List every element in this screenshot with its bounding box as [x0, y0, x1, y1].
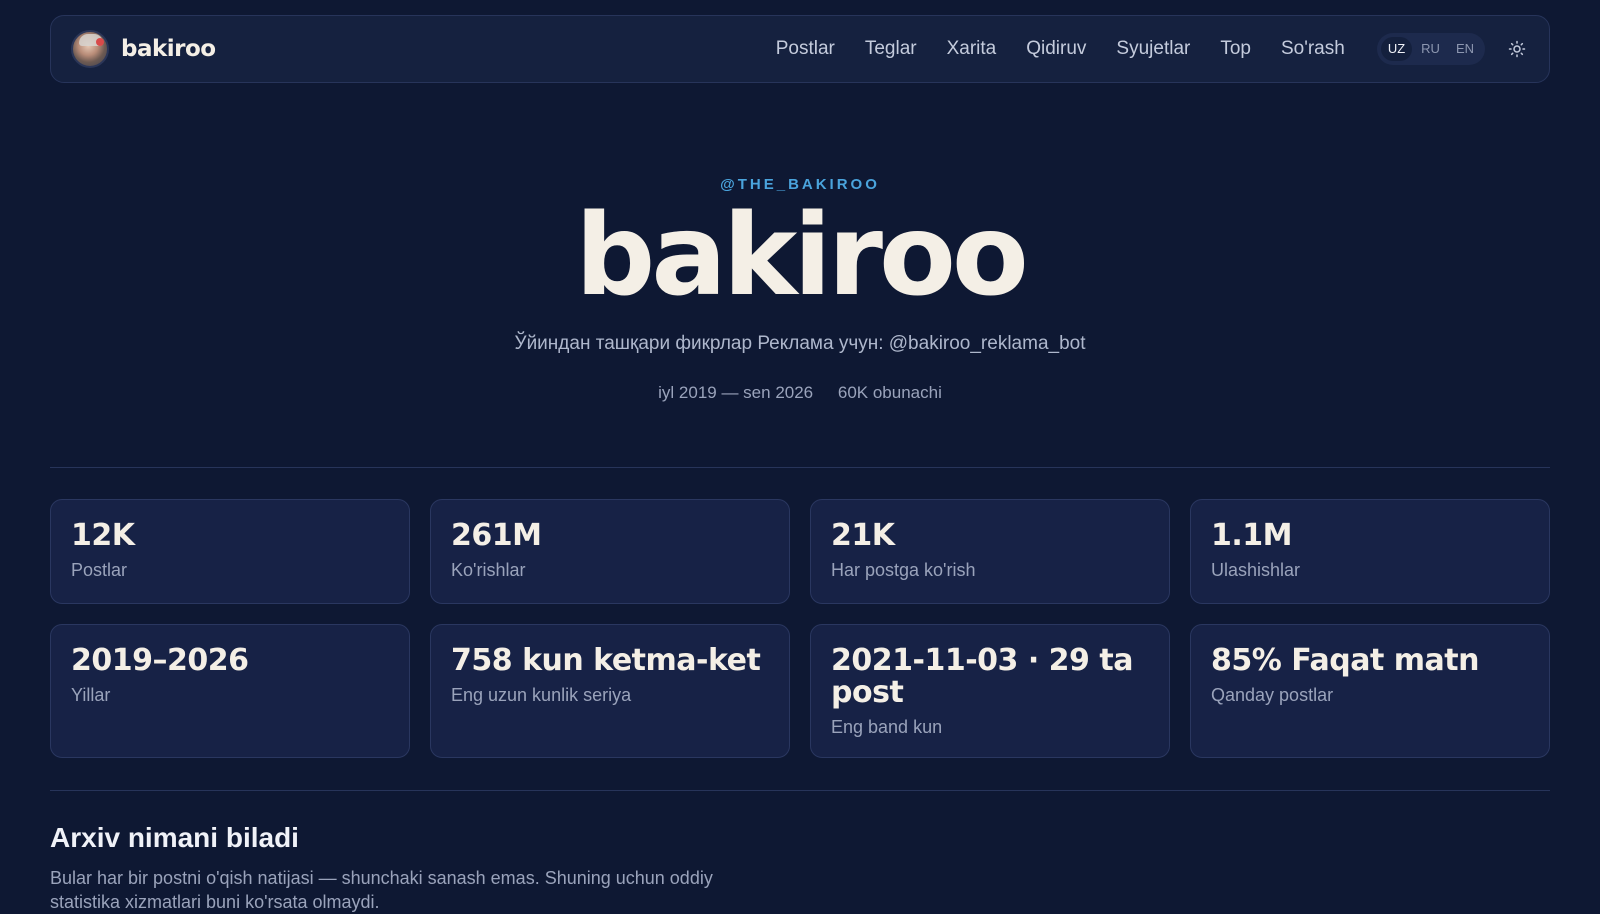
section-text: Bular har bir postni o'qish natijasi — s… — [50, 868, 713, 912]
stat-card-busiest-day: 2021-11-03 · 29 ta post Eng band kun — [810, 624, 1170, 758]
theme-toggle-button[interactable] — [1505, 37, 1529, 61]
stat-card-streak: 758 kun ketma-ket Eng uzun kunlik seriya — [430, 624, 790, 758]
sun-icon — [1508, 40, 1526, 58]
nav-link-qidiruv[interactable]: Qidiruv — [1026, 38, 1086, 60]
language-switcher: UZ RU EN — [1376, 33, 1485, 65]
avatar — [71, 30, 109, 68]
stat-label: Yillar — [71, 685, 111, 705]
nav-link-syujetlar[interactable]: Syujetlar — [1116, 38, 1190, 60]
top-navbar: bakiroo Postlar Teglar Xarita Qidiruv Sy… — [50, 15, 1550, 83]
lang-en-button[interactable]: EN — [1449, 37, 1481, 61]
nav-link-sorash[interactable]: So'rash — [1281, 38, 1345, 60]
stat-label: Eng uzun kunlik seriya — [451, 685, 632, 705]
stat-value: 12K — [71, 518, 135, 553]
brand[interactable]: bakiroo — [71, 30, 216, 68]
channel-meta: iyl 2019 — sen 2026 60K obunachi — [0, 383, 1600, 403]
nav-link-teglar[interactable]: Teglar — [865, 38, 917, 60]
stat-label: Ko'rishlar — [451, 560, 526, 580]
lang-uz-button[interactable]: UZ — [1380, 37, 1413, 61]
nav-links: Postlar Teglar Xarita Qidiruv Syujetlar … — [776, 38, 1345, 60]
stat-value: 2019–2026 — [71, 643, 249, 678]
stat-card-posts: 12K Postlar — [50, 499, 410, 604]
stat-card-views-per-post: 21K Har postga ko'rish — [810, 499, 1170, 604]
channel-period: iyl 2019 — sen 2026 — [658, 383, 814, 402]
divider — [50, 467, 1550, 468]
stat-value: 1.1M — [1211, 518, 1293, 553]
stat-value: 2021-11-03 · 29 ta post — [831, 643, 1133, 710]
nav-link-top[interactable]: Top — [1220, 38, 1251, 60]
section-title: Arxiv nimani biladi — [50, 822, 299, 853]
stat-label: Ulashishlar — [1211, 560, 1301, 580]
stat-label: Eng band kun — [831, 717, 943, 737]
stat-card-post-types: 85% Faqat matn Qanday postlar — [1190, 624, 1550, 758]
brand-name[interactable]: bakiroo — [121, 36, 216, 62]
stat-value: 261M — [451, 518, 542, 553]
channel-description: Ўйиндан ташқари фикрлар Реклама учун: @b… — [514, 333, 1086, 354]
stat-label: Har postga ko'rish — [831, 560, 976, 580]
stat-label: Qanday postlar — [1211, 685, 1334, 705]
page-title: bakiroo — [575, 191, 1029, 321]
nav-link-xarita[interactable]: Xarita — [947, 38, 997, 60]
stat-value: 21K — [831, 518, 895, 553]
stat-card-shares: 1.1M Ulashishlar — [1190, 499, 1550, 604]
stat-value: 758 kun ketma-ket — [451, 643, 761, 678]
stat-label: Postlar — [71, 560, 128, 580]
stat-value: 85% Faqat matn — [1211, 643, 1479, 678]
divider — [50, 790, 1550, 791]
stat-card-years: 2019–2026 Yillar — [50, 624, 410, 758]
subscriber-count: 60K obunachi — [837, 383, 942, 402]
lang-ru-button[interactable]: RU — [1414, 37, 1447, 61]
nav-link-postlar[interactable]: Postlar — [776, 38, 835, 60]
stat-card-views: 261M Ko'rishlar — [430, 499, 790, 604]
stats-grid: 12K Postlar 261M Ko'rishlar 21K Har post… — [50, 499, 1550, 758]
